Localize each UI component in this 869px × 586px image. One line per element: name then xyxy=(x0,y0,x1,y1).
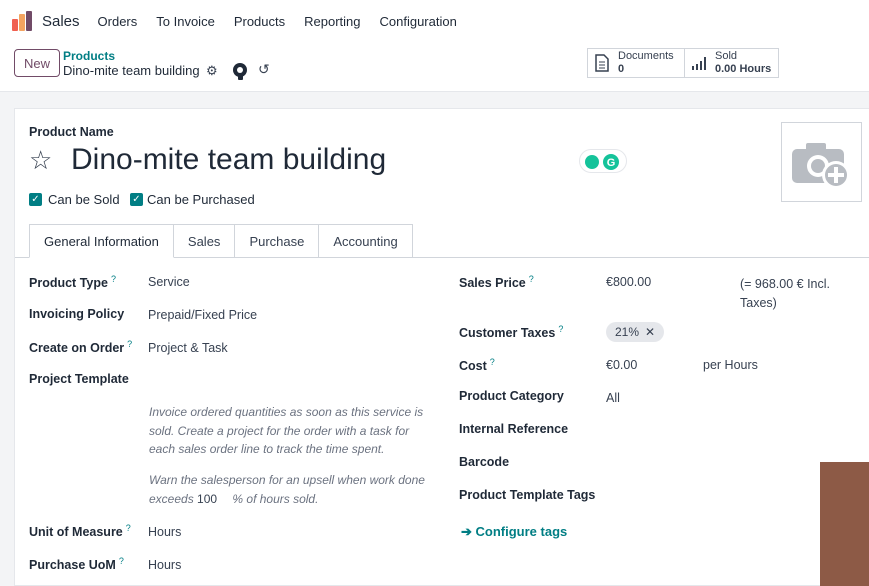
control-panel: New Products Dino-mite team building ⚙ ↺… xyxy=(0,42,869,92)
documents-count: 0 xyxy=(618,63,625,75)
can-be-purchased-label: Can be Purchased xyxy=(147,192,255,207)
menu-to-invoice[interactable]: To Invoice xyxy=(156,14,215,29)
barcode-label: Barcode xyxy=(459,455,510,469)
can-be-sold-label: Can be Sold xyxy=(48,192,120,207)
help-tooltip-icon[interactable]: ? xyxy=(490,357,495,367)
project-template-label: Project Template xyxy=(29,372,129,386)
sold-value: 0.00 Hours xyxy=(715,63,772,75)
product-type-field[interactable]: Service xyxy=(148,275,190,289)
create-on-order-field[interactable]: Project & Task xyxy=(148,341,228,355)
cost-field[interactable]: €0.00 xyxy=(606,358,637,372)
can-be-sold-checkbox[interactable]: ✓ xyxy=(29,193,42,206)
purchase-uom-field[interactable]: Hours xyxy=(148,558,181,572)
menu-products[interactable]: Products xyxy=(234,14,285,29)
help-tooltip-icon[interactable]: ? xyxy=(126,523,131,533)
upsell-threshold-input[interactable]: 100 xyxy=(197,490,229,509)
product-type-label: Product Type? xyxy=(29,274,116,291)
product-name-input[interactable]: Dino-mite team building xyxy=(71,143,386,177)
price-incl-taxes: (= 968.00 € Incl. Taxes) xyxy=(740,277,830,310)
internal-reference-label: Internal Reference xyxy=(459,422,569,436)
tax-badge[interactable]: 21% ✕ xyxy=(606,322,665,342)
can-be-purchased-checkbox[interactable]: ✓ xyxy=(130,193,143,206)
new-button[interactable]: New xyxy=(14,49,60,77)
bar-chart-icon xyxy=(692,57,706,70)
sales-price-field[interactable]: €800.00 xyxy=(606,275,651,289)
product-template-tags-label: Product Template Tags xyxy=(459,488,596,502)
favorite-star-icon[interactable]: ☆ xyxy=(29,145,52,176)
unit-of-measure-label: Unit of Measure? xyxy=(29,523,131,540)
sold-label: Sold xyxy=(715,50,738,62)
documents-smart-button[interactable]: Documents 0 xyxy=(587,48,685,78)
remove-tax-icon[interactable]: ✕ xyxy=(645,325,655,339)
breadcrumb-products-link[interactable]: Products xyxy=(63,49,115,63)
tab-purchase[interactable]: Purchase xyxy=(235,224,320,258)
camera-add-icon xyxy=(792,143,850,189)
documents-label: Documents xyxy=(618,50,674,62)
cost-label: Cost? xyxy=(459,357,495,374)
save-cloud-icon[interactable] xyxy=(230,61,250,81)
document-icon xyxy=(595,54,609,72)
help-tooltip-icon[interactable]: ? xyxy=(111,274,116,284)
upsell-help-text: Warn the salesperson for an upsell when … xyxy=(149,471,439,508)
tab-accounting[interactable]: Accounting xyxy=(319,224,413,258)
sales-price-label: Sales Price? xyxy=(459,274,534,291)
product-category-label: Product Category xyxy=(459,389,564,403)
unit-of-measure-field[interactable]: Hours xyxy=(148,525,181,539)
product-name-label: Product Name xyxy=(29,125,114,139)
background-photo-fragment xyxy=(820,462,869,586)
notebook-tabs: General Information Sales Purchase Accou… xyxy=(29,224,413,258)
help-tooltip-icon[interactable]: ? xyxy=(529,274,534,284)
invoicing-help-text: Invoice ordered quantities as soon as th… xyxy=(149,405,424,456)
help-tooltip-icon[interactable]: ? xyxy=(127,339,132,349)
arrow-right-icon: ➔ xyxy=(461,524,472,539)
customer-taxes-label: Customer Taxes? xyxy=(459,324,564,341)
grammarly-icon: G xyxy=(585,154,619,170)
sales-app-icon[interactable] xyxy=(12,11,32,31)
menu-orders[interactable]: Orders xyxy=(98,14,138,29)
svg-text:G: G xyxy=(607,157,616,169)
help-tooltip-icon[interactable]: ? xyxy=(119,556,124,566)
cost-unit: per Hours xyxy=(703,358,758,372)
product-image-placeholder[interactable] xyxy=(781,122,862,202)
tab-sales[interactable]: Sales xyxy=(173,224,236,258)
help-tooltip-icon[interactable]: ? xyxy=(558,324,563,334)
form-sheet: Product Name ☆ Dino-mite team building G… xyxy=(14,108,869,586)
gear-icon[interactable]: ⚙ xyxy=(206,63,218,79)
app-name[interactable]: Sales xyxy=(42,13,80,30)
configure-tags-link[interactable]: ➔ Configure tags xyxy=(461,524,567,540)
tab-general-information[interactable]: General Information xyxy=(29,224,174,258)
create-on-order-label: Create on Order? xyxy=(29,339,133,356)
product-category-field[interactable]: All xyxy=(606,391,620,405)
menu-reporting[interactable]: Reporting xyxy=(304,14,360,29)
purchase-uom-label: Purchase UoM? xyxy=(29,556,124,573)
grammarly-widget[interactable]: G xyxy=(579,149,627,173)
sold-smart-button[interactable]: Sold 0.00 Hours xyxy=(685,48,779,78)
invoicing-policy-field[interactable]: Prepaid/Fixed Price xyxy=(148,308,257,322)
top-navbar: Sales Orders To Invoice Products Reporti… xyxy=(0,0,869,42)
breadcrumb-current: Dino-mite team building xyxy=(63,63,200,78)
menu-configuration[interactable]: Configuration xyxy=(380,14,457,29)
discard-icon[interactable]: ↺ xyxy=(258,61,270,78)
invoicing-policy-label: Invoicing Policy xyxy=(29,307,125,321)
